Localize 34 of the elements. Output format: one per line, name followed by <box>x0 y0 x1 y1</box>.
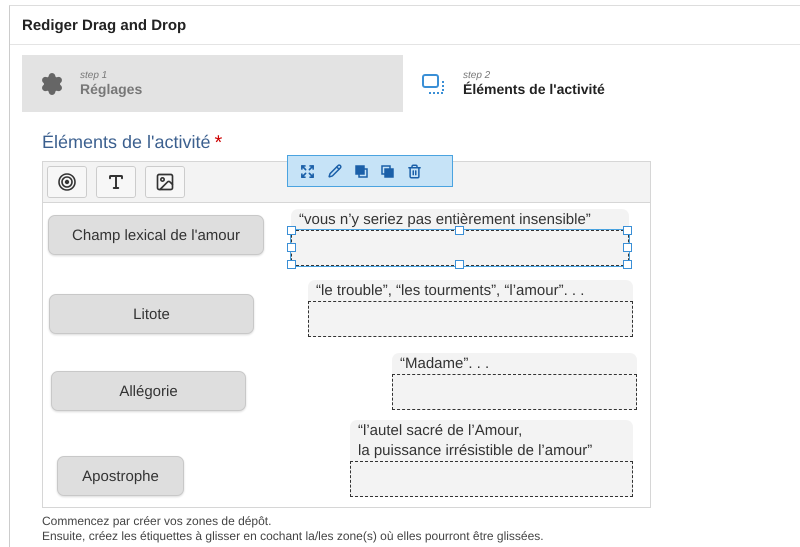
drop-zone[interactable] <box>392 374 637 410</box>
zone-caption: “l’autel sacré de l’Amour, la puissance irrésistible de l’amour” <box>350 420 633 461</box>
pencil-icon[interactable] <box>328 164 342 178</box>
drop-zone[interactable] <box>308 301 633 337</box>
zone-caption: “vous n’y seriez pas entièrement insensible” <box>291 209 629 230</box>
resize-handle[interactable] <box>455 260 464 269</box>
text-icon <box>107 173 125 191</box>
resize-handle[interactable] <box>455 226 464 235</box>
step-title: Réglages <box>80 81 142 97</box>
bring-front-icon[interactable] <box>355 164 368 178</box>
step-number: step 1 <box>80 70 108 81</box>
dotted-box-icon <box>421 72 447 96</box>
instruction-text: Ensuite, créez les étiquettes à glisser en cochant la/les zone(s) où elles pourront être glissées. <box>42 529 545 544</box>
drag-label[interactable]: Apostrophe <box>57 456 184 496</box>
image-icon <box>155 172 175 192</box>
target-icon <box>58 173 76 191</box>
drag-label[interactable]: Champ lexical de l'amour <box>48 215 264 255</box>
drop-zone[interactable] <box>350 461 633 497</box>
step-number: step 2 <box>463 70 492 81</box>
instruction-text: Commencez par créer vos zones de dépôt. <box>42 514 272 529</box>
add-image-button[interactable] <box>145 166 185 198</box>
add-text-button[interactable] <box>96 166 136 198</box>
section-title: Éléments de l'activité <box>42 132 211 154</box>
drag-label[interactable]: Litote <box>49 294 254 334</box>
step-title: Éléments de l'activité <box>463 81 605 97</box>
window-title: Rediger Drag and Drop <box>22 16 186 34</box>
add-zone-button[interactable] <box>47 166 87 198</box>
required-mark: * <box>214 132 222 155</box>
send-back-icon[interactable] <box>381 164 394 178</box>
zone-caption: “le trouble”, “les tourments”, “l’amour”. . . <box>308 280 633 301</box>
drag-label[interactable]: Allégorie <box>51 371 246 411</box>
zone-caption: “Madame”. . . <box>392 353 637 374</box>
trash-icon[interactable] <box>407 164 422 178</box>
expand-icon[interactable] <box>300 164 315 178</box>
